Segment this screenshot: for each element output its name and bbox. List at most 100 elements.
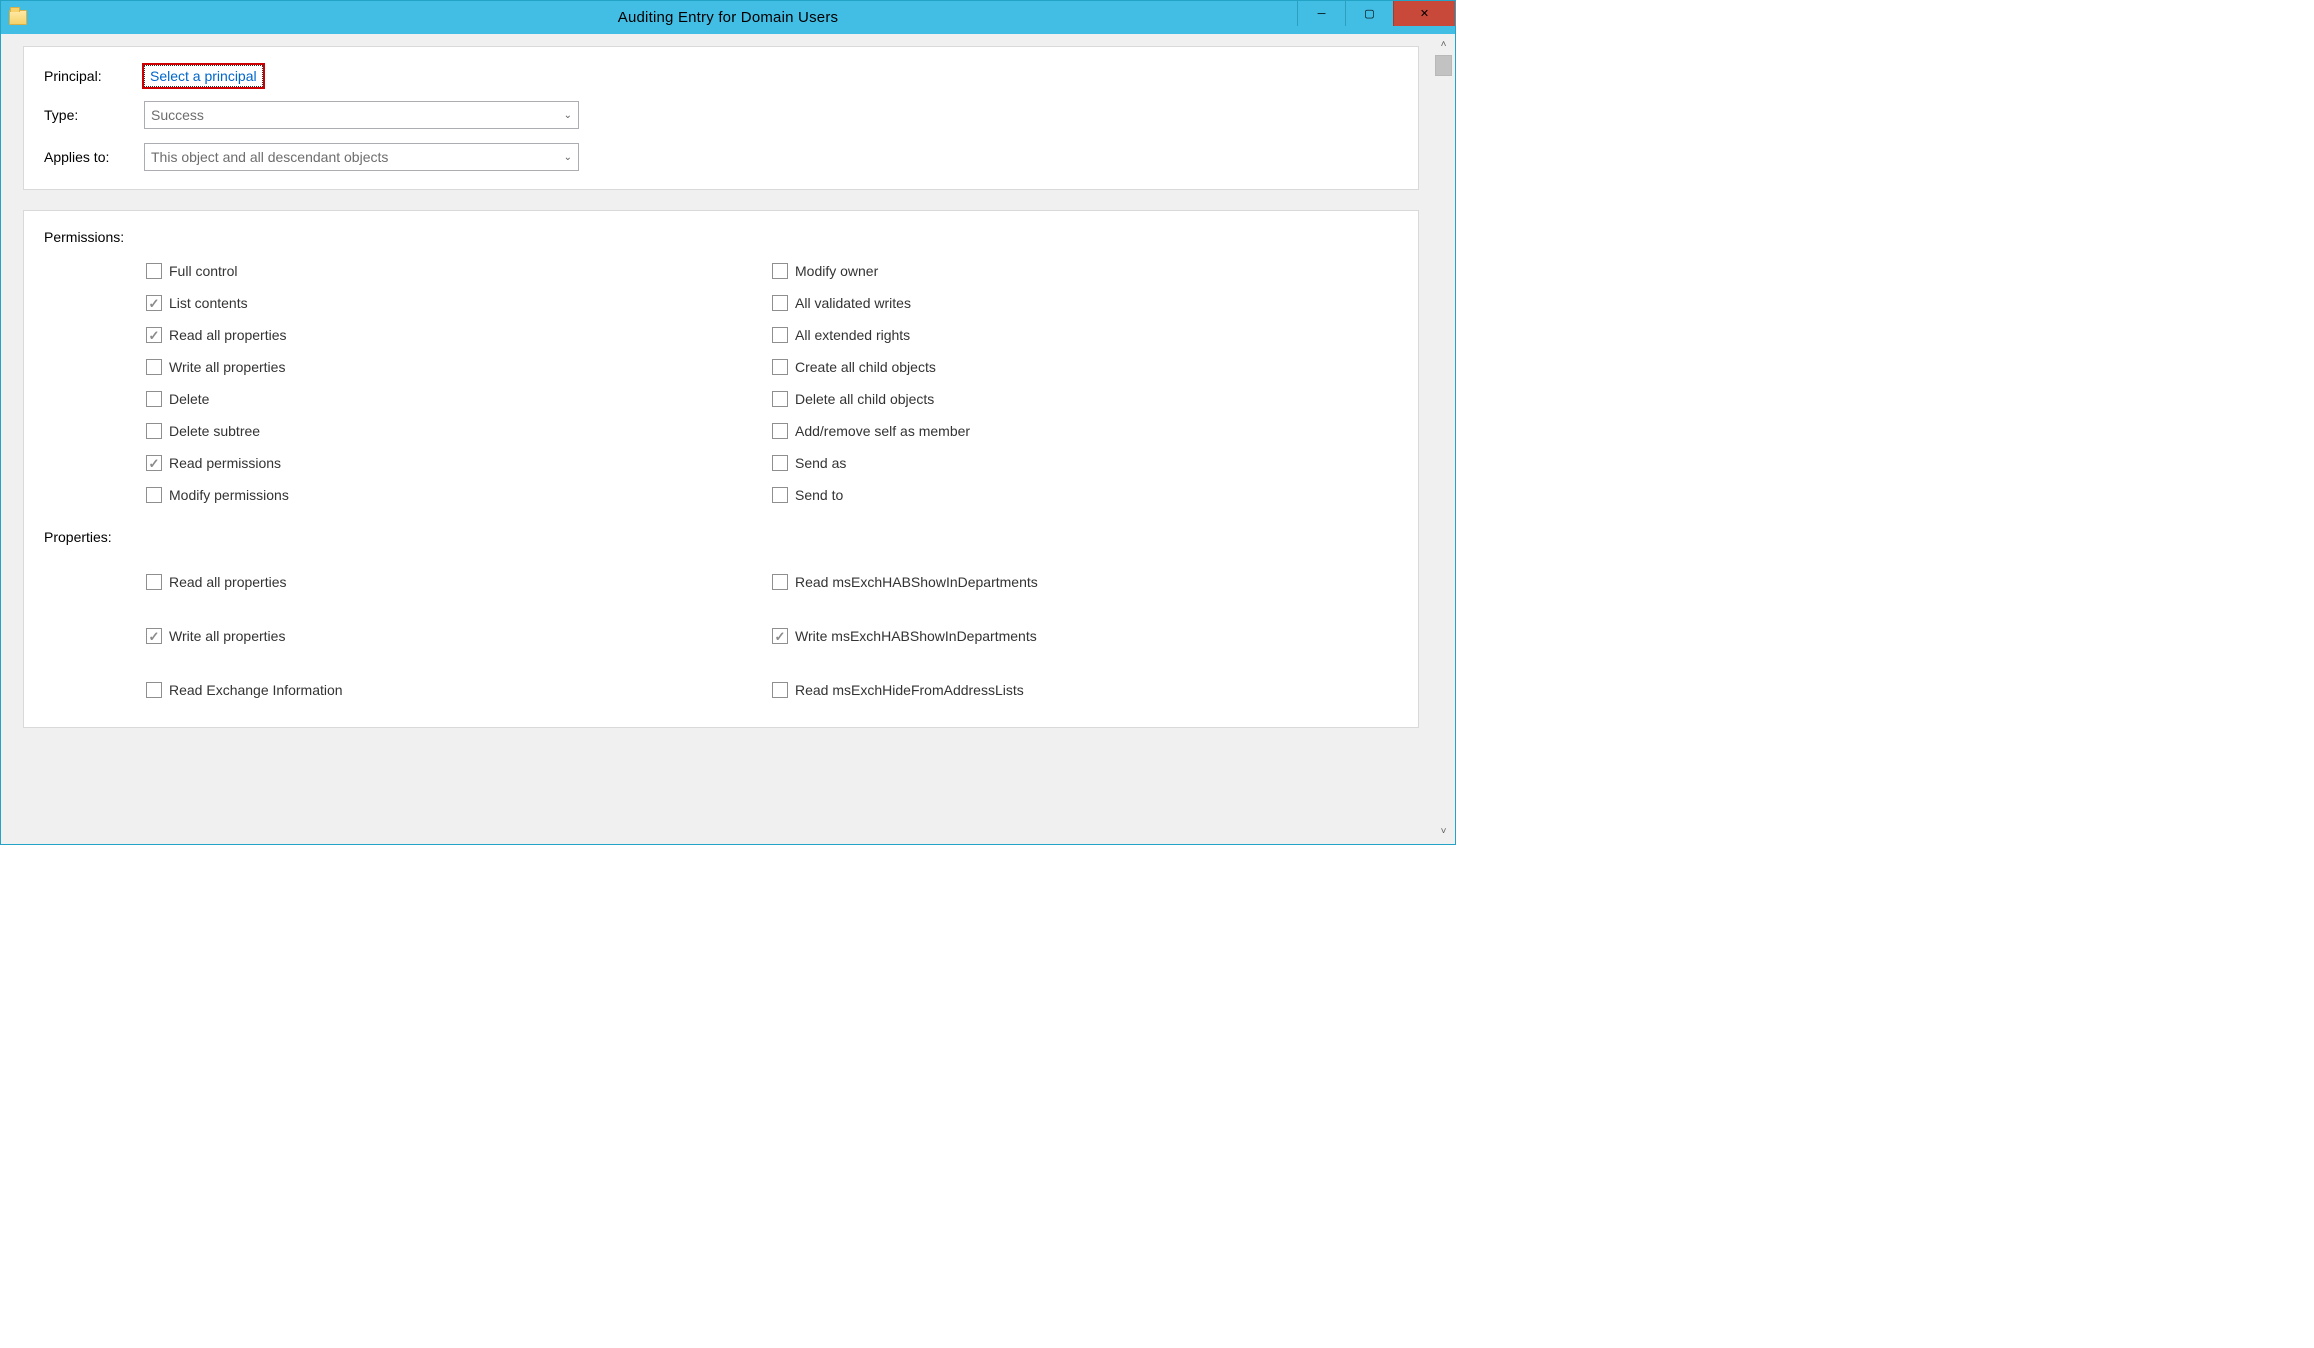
- window-title: Auditing Entry for Domain Users: [1, 9, 1455, 26]
- checkbox-item[interactable]: All validated writes: [772, 287, 1398, 319]
- checkbox-item[interactable]: Modify permissions: [146, 479, 772, 511]
- checkbox-item[interactable]: Delete: [146, 383, 772, 415]
- checkbox-item[interactable]: Add/remove self as member: [772, 415, 1398, 447]
- checkbox-icon: [772, 682, 788, 698]
- select-principal-link[interactable]: Select a principal: [144, 65, 263, 87]
- applies-combo[interactable]: This object and all descendant objects ⌄: [144, 143, 579, 171]
- permissions-col-left: Full control List contents Read all proper…: [44, 255, 772, 511]
- checkbox-item[interactable]: Read Exchange Information: [146, 663, 772, 717]
- checkbox-icon: [772, 628, 788, 644]
- minimize-icon: ─: [1318, 8, 1326, 20]
- checkbox-label: Write all properties: [169, 359, 285, 375]
- checkbox-item[interactable]: Read msExchHideFromAddressLists: [772, 663, 1398, 717]
- scroll-up-icon[interactable]: ˄: [1433, 34, 1454, 55]
- checkbox-icon: [146, 263, 162, 279]
- checkbox-icon: [146, 574, 162, 590]
- checkbox-label: Read all properties: [169, 327, 287, 343]
- checkbox-label: Read all properties: [169, 574, 287, 590]
- checkbox-item[interactable]: Write msExchHABShowInDepartments: [772, 609, 1398, 663]
- checkbox-label: Read Exchange Information: [169, 682, 343, 698]
- checkbox-label: All extended rights: [795, 327, 910, 343]
- checkbox-icon: [772, 295, 788, 311]
- checkbox-icon: [772, 423, 788, 439]
- properties-col-right: Read msExchHABShowInDepartments Write msE…: [772, 555, 1398, 717]
- maximize-icon: ▢: [1364, 7, 1374, 20]
- properties-title: Properties:: [44, 529, 1398, 545]
- type-combo[interactable]: Success ⌄: [144, 101, 579, 129]
- checkbox-label: Modify permissions: [169, 487, 289, 503]
- checkbox-icon: [772, 455, 788, 471]
- checkbox-label: Write msExchHABShowInDepartments: [795, 628, 1037, 644]
- window-buttons: ─ ▢ ✕: [1297, 1, 1455, 26]
- checkbox-item[interactable]: List contents: [146, 287, 772, 319]
- folder-icon: [9, 10, 27, 25]
- close-button[interactable]: ✕: [1393, 1, 1455, 26]
- type-value: Success: [151, 107, 564, 123]
- checkbox-label: Write all properties: [169, 628, 285, 644]
- checkbox-icon: [146, 455, 162, 471]
- checkbox-label: Add/remove self as member: [795, 423, 970, 439]
- checkbox-item[interactable]: Read all properties: [146, 555, 772, 609]
- scroll-down-icon[interactable]: ˅: [1433, 821, 1454, 842]
- checkbox-item[interactable]: Send as: [772, 447, 1398, 479]
- checkbox-icon: [772, 391, 788, 407]
- checkbox-label: Send to: [795, 487, 843, 503]
- checkbox-item[interactable]: Write all properties: [146, 609, 772, 663]
- checkbox-icon: [772, 263, 788, 279]
- content-wrap: Principal: Select a principal Type: Succ…: [9, 34, 1433, 728]
- checkbox-item[interactable]: Read permissions: [146, 447, 772, 479]
- checkbox-icon: [146, 682, 162, 698]
- principal-label: Principal:: [44, 68, 144, 84]
- properties-grid: Read all properties Write all properties R…: [44, 555, 1398, 717]
- checkbox-label: Delete all child objects: [795, 391, 934, 407]
- checkbox-icon: [772, 574, 788, 590]
- scroll-thumb[interactable]: [1435, 55, 1452, 76]
- checkbox-icon: [146, 391, 162, 407]
- close-icon: ✕: [1420, 7, 1429, 20]
- checkbox-item[interactable]: Modify owner: [772, 255, 1398, 287]
- permissions-grid: Full control List contents Read all proper…: [44, 255, 1398, 511]
- client-area: Principal: Select a principal Type: Succ…: [9, 34, 1433, 842]
- checkbox-icon: [772, 359, 788, 375]
- header-panel: Principal: Select a principal Type: Succ…: [23, 46, 1419, 190]
- checkbox-label: Send as: [795, 455, 846, 471]
- checkbox-label: All validated writes: [795, 295, 911, 311]
- checkbox-icon: [146, 487, 162, 503]
- applies-label: Applies to:: [44, 149, 144, 165]
- checkbox-icon: [772, 487, 788, 503]
- checkbox-label: Read permissions: [169, 455, 281, 471]
- checkbox-icon: [146, 327, 162, 343]
- checkbox-item[interactable]: Send to: [772, 479, 1398, 511]
- checkbox-item[interactable]: Read msExchHABShowInDepartments: [772, 555, 1398, 609]
- permissions-col-right: Modify owner All validated writes All exte…: [772, 255, 1398, 511]
- checkbox-item[interactable]: Create all child objects: [772, 351, 1398, 383]
- checkbox-icon: [146, 423, 162, 439]
- maximize-button[interactable]: ▢: [1345, 1, 1393, 26]
- applies-row: Applies to: This object and all descenda…: [44, 143, 1398, 171]
- checkbox-icon: [772, 327, 788, 343]
- checkbox-label: Delete subtree: [169, 423, 260, 439]
- checkbox-item[interactable]: All extended rights: [772, 319, 1398, 351]
- properties-col-left: Read all properties Write all properties R…: [44, 555, 772, 717]
- checkbox-item[interactable]: Read all properties: [146, 319, 772, 351]
- permissions-panel: Permissions: Full control List contents Re…: [23, 210, 1419, 728]
- checkbox-icon: [146, 359, 162, 375]
- principal-row: Principal: Select a principal: [44, 65, 1398, 87]
- checkbox-item[interactable]: Full control: [146, 255, 772, 287]
- checkbox-label: List contents: [169, 295, 248, 311]
- auditing-entry-window: Auditing Entry for Domain Users ─ ▢ ✕ Pr…: [0, 0, 1456, 845]
- checkbox-item[interactable]: Write all properties: [146, 351, 772, 383]
- permissions-title: Permissions:: [44, 229, 1398, 245]
- checkbox-label: Create all child objects: [795, 359, 936, 375]
- checkbox-icon: [146, 628, 162, 644]
- titlebar[interactable]: Auditing Entry for Domain Users ─ ▢ ✕: [1, 1, 1455, 34]
- vertical-scrollbar[interactable]: ˄ ˅: [1433, 34, 1454, 842]
- checkbox-item[interactable]: Delete subtree: [146, 415, 772, 447]
- chevron-down-icon: ⌄: [564, 152, 572, 163]
- checkbox-label: Read msExchHABShowInDepartments: [795, 574, 1038, 590]
- applies-value: This object and all descendant objects: [151, 149, 564, 165]
- checkbox-label: Modify owner: [795, 263, 878, 279]
- checkbox-item[interactable]: Delete all child objects: [772, 383, 1398, 415]
- minimize-button[interactable]: ─: [1297, 1, 1345, 26]
- chevron-down-icon: ⌄: [564, 110, 572, 121]
